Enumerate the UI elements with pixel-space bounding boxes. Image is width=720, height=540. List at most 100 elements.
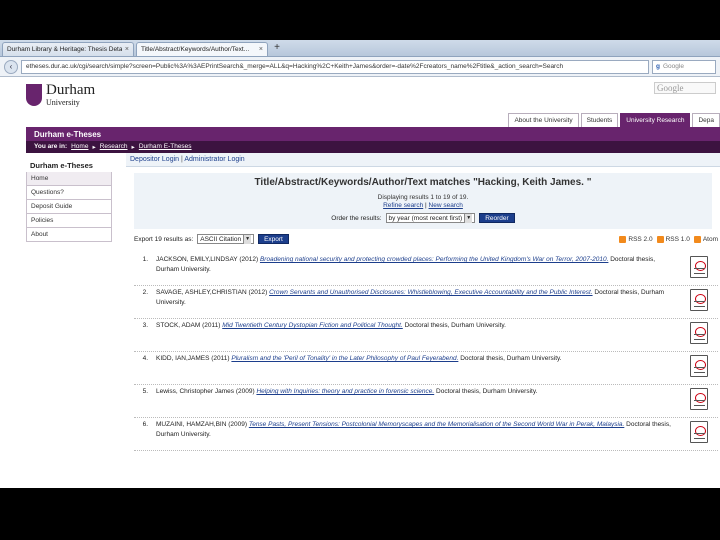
- list-item: 3. STOCK, ADAM (2011) Mid Twentieth Cent…: [134, 319, 718, 352]
- admin-login-link[interactable]: Administrator Login: [184, 156, 244, 163]
- browser-tab-label: Durham Library & Heritage: Thesis Detail…: [7, 46, 122, 53]
- breadcrumb-research[interactable]: Research: [100, 143, 128, 151]
- results-count: Displaying results 1 to 19 of 19.: [377, 194, 469, 201]
- login-bar: Depositor Login | Administrator Login: [126, 153, 720, 167]
- result-author: STOCK, ADAM (2011): [156, 322, 221, 329]
- list-item: 5. Lewiss, Christopher James (2009) Help…: [134, 385, 718, 418]
- browser-search-placeholder: Google: [662, 63, 684, 70]
- atom-link[interactable]: Atom: [693, 235, 718, 243]
- rss-icon: [619, 235, 627, 243]
- close-tab-icon[interactable]: ×: [125, 46, 129, 53]
- pdf-document-icon[interactable]: [690, 322, 708, 344]
- list-item: 4. KIDD, IAN,JAMES (2011) Pluralism and …: [134, 352, 718, 385]
- back-arrow-icon[interactable]: ‹: [4, 59, 18, 74]
- rss2-link[interactable]: RSS 2.0: [619, 235, 653, 243]
- breadcrumb: You are in: Home ▸ Research ▸ Durham E-T…: [26, 141, 720, 153]
- breadcrumb-etheses[interactable]: Durham E-Theses: [139, 143, 192, 151]
- order-select[interactable]: by year (most recent first) ▼: [385, 213, 476, 223]
- durham-logo[interactable]: Durham University: [26, 83, 95, 107]
- result-author: Lewiss, Christopher James (2009): [156, 388, 255, 395]
- tab-students[interactable]: Students: [580, 113, 619, 127]
- result-title-link[interactable]: Mid Twentieth Century Dystopian Fiction …: [222, 322, 403, 329]
- export-button[interactable]: Export: [258, 234, 289, 244]
- order-select-value: by year (most recent first): [388, 214, 463, 222]
- browser-tab-1[interactable]: Durham Library & Heritage: Thesis Detail…: [2, 42, 134, 56]
- rss2-label: RSS 2.0: [628, 235, 653, 243]
- result-number: 4.: [142, 355, 148, 362]
- dropdown-arrow-icon: ▼: [243, 234, 252, 244]
- site-header: Durham University Google About the Unive…: [0, 77, 720, 127]
- result-author: MUZAINI, HAMZAH,BIN (2009): [156, 421, 248, 428]
- breadcrumb-separator-icon: ▸: [92, 144, 96, 151]
- links-separator: |: [425, 202, 427, 209]
- pdf-document-icon[interactable]: [690, 388, 708, 410]
- result-author: KIDD, IAN,JAMES (2011): [156, 355, 230, 362]
- tab-university-research[interactable]: University Research: [620, 113, 691, 127]
- result-type: Doctoral thesis, Durham University.: [404, 322, 506, 329]
- pdf-document-icon[interactable]: [690, 355, 708, 377]
- browser-window: Durham Library & Heritage: Thesis Detail…: [0, 40, 720, 488]
- search-summary: Title/Abstract/Keywords/Author/Text matc…: [134, 173, 712, 229]
- result-number: 2.: [142, 289, 148, 296]
- result-title-link[interactable]: Broadening national security and protect…: [260, 256, 608, 263]
- result-type: Doctoral thesis, Durham University.: [436, 388, 538, 395]
- result-title-link[interactable]: Pluralism and the 'Peril of Tonality' in…: [231, 355, 458, 362]
- sidebar-item-home[interactable]: Home: [26, 172, 112, 186]
- sidebar-item-about[interactable]: About: [26, 228, 112, 242]
- list-item: 2. SAVAGE, ASHLEY,CHRISTIAN (2012) Crown…: [134, 286, 718, 319]
- dropdown-arrow-icon: ▼: [464, 213, 473, 223]
- list-item: 6. MUZAINI, HAMZAH,BIN (2009) Tense Past…: [134, 418, 718, 451]
- atom-label: Atom: [702, 235, 718, 243]
- tab-about-university[interactable]: About the University: [508, 113, 579, 127]
- tab-bar: Durham Library & Heritage: Thesis Detail…: [0, 40, 720, 57]
- results-list: 1. JACKSON, EMILY,LINDSAY (2012) Broaden…: [134, 253, 718, 451]
- result-author: SAVAGE, ASHLEY,CHRISTIAN (2012): [156, 289, 268, 296]
- result-author: JACKSON, EMILY,LINDSAY (2012): [156, 256, 259, 263]
- login-separator: |: [180, 156, 183, 163]
- sidebar-title: Durham e-Theses: [30, 161, 93, 170]
- sidebar-item-questions[interactable]: Questions?: [26, 186, 112, 200]
- breadcrumb-prefix: You are in:: [34, 143, 68, 150]
- navigation-bar: ‹ etheses.dur.ac.uk/cgi/search/simple?sc…: [0, 57, 720, 77]
- export-label: Export 19 results as:: [134, 235, 194, 243]
- pdf-document-icon[interactable]: [690, 289, 708, 311]
- page-title: Title/Abstract/Keywords/Author/Text matc…: [254, 177, 592, 188]
- result-number: 6.: [142, 421, 148, 428]
- tab-departments[interactable]: Depa: [692, 113, 720, 127]
- sidebar-item-policies[interactable]: Policies: [26, 214, 112, 228]
- new-search-link[interactable]: New search: [429, 202, 463, 209]
- reorder-button[interactable]: Reorder: [479, 213, 515, 223]
- pdf-document-icon[interactable]: [690, 421, 708, 443]
- pdf-document-icon[interactable]: [690, 256, 708, 278]
- result-number: 1.: [142, 256, 148, 263]
- close-tab-icon[interactable]: ×: [259, 46, 263, 53]
- browser-search-box[interactable]: g Google: [652, 59, 716, 74]
- address-bar[interactable]: etheses.dur.ac.uk/cgi/search/simple?scre…: [21, 59, 649, 74]
- order-label: Order the results:: [331, 214, 382, 222]
- logo-name: Durham: [46, 82, 96, 98]
- result-type: Doctoral thesis, Durham University.: [460, 355, 562, 362]
- result-number: 5.: [142, 388, 148, 395]
- section-title-bar: Durham e-Theses: [26, 127, 720, 141]
- breadcrumb-home[interactable]: Home: [71, 143, 88, 151]
- result-number: 3.: [142, 322, 148, 329]
- depositor-login-link[interactable]: Depositor Login: [130, 156, 179, 163]
- browser-tab-2[interactable]: Title/Abstract/Keywords/Author/Text... ×: [136, 42, 268, 56]
- refine-search-link[interactable]: Refine search: [383, 202, 423, 209]
- export-format-value: ASCII Citation: [200, 235, 242, 243]
- rss-icon: [656, 235, 664, 243]
- rss1-label: RSS 1.0: [665, 235, 690, 243]
- site-search-box[interactable]: Google: [654, 82, 716, 94]
- result-title-link[interactable]: Crown Servants and Unauthorised Disclosu…: [269, 289, 592, 296]
- new-tab-button[interactable]: +: [270, 42, 284, 56]
- export-format-select[interactable]: ASCII Citation ▼: [197, 234, 255, 244]
- sidebar-item-deposit-guide[interactable]: Deposit Guide: [26, 200, 112, 214]
- rss-icon: [693, 235, 701, 243]
- result-title-link[interactable]: Helping with Inquiries: theory and pract…: [256, 388, 434, 395]
- crest-icon: [26, 84, 42, 106]
- list-item: 1. JACKSON, EMILY,LINDSAY (2012) Broaden…: [134, 253, 718, 286]
- rss1-link[interactable]: RSS 1.0: [656, 235, 690, 243]
- site-nav-tabs: About the University Students University…: [508, 113, 720, 127]
- result-title-link[interactable]: Tense Pasts, Present Tensions: Postcolon…: [249, 421, 625, 428]
- logo-subtitle: University: [46, 98, 80, 107]
